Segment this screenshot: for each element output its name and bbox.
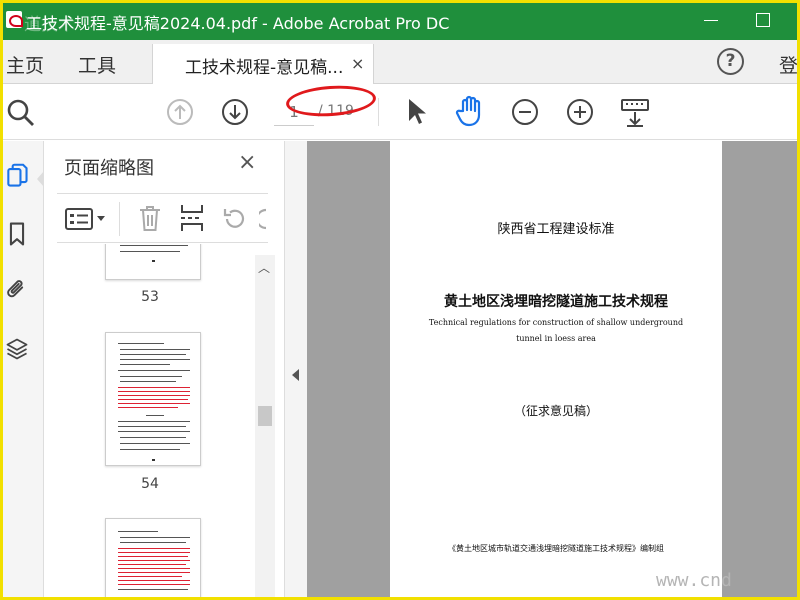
tab-home[interactable]: 主页 [6,51,44,78]
rotate-page-icon[interactable] [221,205,249,233]
scrollbar-thumb[interactable] [258,406,272,426]
document-tab-label: 工技术规程-意见稿... [185,58,344,78]
thumbnail-text-line [120,245,188,246]
thumbnail-page-number: 53 [141,289,159,305]
thumbnail-toolbar-divider [119,202,120,236]
collapse-panel-icon[interactable] [292,369,299,381]
keyboard-input-icon[interactable] [620,98,650,128]
thumbnail-options-icon[interactable] [65,207,107,231]
rotate-clockwise-icon[interactable] [259,205,268,233]
delete-page-icon[interactable] [137,204,163,232]
layers-icon[interactable] [4,336,30,362]
standard-heading: 陕西省工程建设标准 [497,222,615,237]
bookmark-icon[interactable] [4,221,30,247]
tab-bar: 主页 工具 工技术规程-意见稿... × [0,40,800,85]
scroll-up-icon[interactable]: ︿ [258,259,270,276]
maximize-icon[interactable] [752,8,776,32]
panel-splitter[interactable] [284,141,307,600]
thumbnail-toolbar [57,193,268,243]
watermark-top: 道技术 [24,15,75,35]
acrobat-icon [6,11,23,28]
watermark-bottom: www.cnd [656,570,732,591]
thumbnail-page[interactable] [105,244,201,280]
navigation-rail [0,141,44,600]
english-title-line-1: Technical regulations for construction o… [428,318,684,327]
tab-tools[interactable]: 工具 [78,51,116,78]
toolbar-divider [378,98,379,126]
login-button[interactable]: 登 [779,51,798,78]
previous-page-icon[interactable] [166,98,194,126]
window-title: 工技术规程-意见稿2024.04.pdf - Adobe Acrobat Pro… [26,14,450,33]
document-view[interactable]: 陕西省工程建设标准 黄土地区浅埋暗挖隧道施工技术规程 Technical reg… [307,141,800,600]
thumbnail-text-line [120,251,180,252]
tab-document[interactable]: 工技术规程-意见稿... × [152,44,374,85]
panel-title: 页面缩略图 [64,158,154,179]
zoom-out-icon[interactable] [511,98,539,126]
minimize-icon[interactable] [700,8,724,32]
active-pane-pointer [37,171,44,187]
thumbnail-page-mark [152,260,155,262]
select-cursor-icon[interactable] [405,97,427,127]
help-icon[interactable]: ? [717,48,744,75]
document-title: 黄土地区浅埋暗挖隧道施工技术规程 [444,294,668,310]
page-thumbnails-panel: 页面缩略图 × 53 54 ︿ [45,141,284,600]
compiler-line: 《黄土地区城市轨道交通浅埋暗挖隧道施工技术规程》编制组 [448,544,664,553]
main-toolbar: 1 / 119 [0,84,800,140]
hand-tool-icon[interactable] [455,95,485,127]
zoom-search-icon[interactable] [6,98,36,128]
thumbnail-page-number: 54 [141,476,159,492]
close-panel-icon[interactable]: × [238,150,256,175]
thumbnail-page[interactable] [105,332,201,466]
document-page: 陕西省工程建设标准 黄土地区浅埋暗挖隧道施工技术规程 Technical reg… [390,141,722,600]
title-bar: 工技术规程-意见稿2024.04.pdf - Adobe Acrobat Pro… [0,0,800,40]
thumbnail-scrollbar[interactable]: ︿ [255,255,275,600]
next-page-icon[interactable] [221,98,249,126]
zoom-in-icon[interactable] [566,98,594,126]
thumbnail-page[interactable] [105,518,201,600]
english-title-line-2: tunnel in loess area [516,334,596,343]
draft-label: （征求意见稿） [513,404,598,418]
close-tab-icon[interactable]: × [351,54,364,73]
page-thumbnails-icon[interactable] [4,163,30,189]
attachment-icon[interactable] [4,277,30,303]
thumbnail-list: 53 54 [45,244,255,600]
insert-page-icon[interactable] [179,203,205,233]
